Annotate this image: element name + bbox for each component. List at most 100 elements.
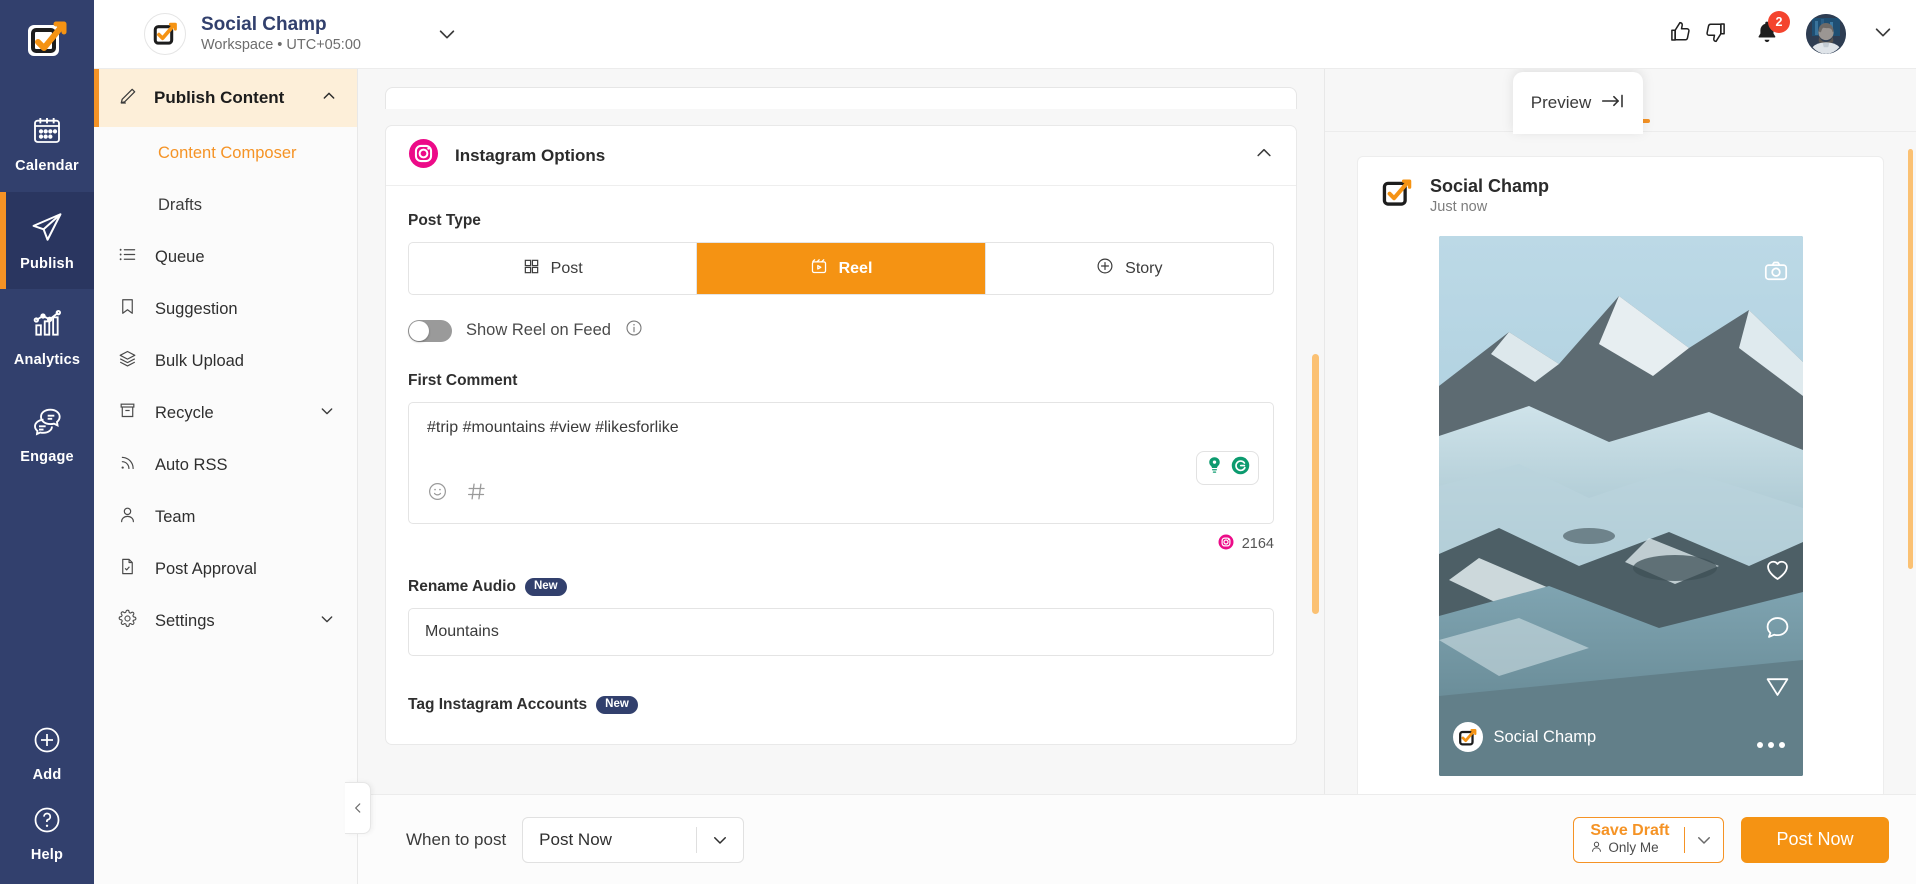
nav-item-auto-rss[interactable]: Auto RSS <box>94 439 357 491</box>
post-type-option-label: Post <box>550 259 583 277</box>
sidebar-item-publish[interactable]: Publish <box>0 192 94 289</box>
nav-item-suggestion[interactable]: Suggestion <box>94 283 357 335</box>
preview-toggle-tab[interactable]: Preview <box>1513 72 1643 134</box>
thumbs-up-icon[interactable] <box>1668 19 1694 50</box>
bar-chart-icon <box>31 308 63 345</box>
tag-accounts-label: Tag Instagram Accounts New <box>408 696 1274 715</box>
post-type-option-story[interactable]: Story <box>986 243 1273 294</box>
primary-sidebar: Calendar Publish Analytics Engage Add He… <box>0 0 94 884</box>
grammarly-icon[interactable] <box>1230 455 1251 481</box>
composer-column: Instagram Options Post Type Post Reel St… <box>358 69 1325 884</box>
when-to-post-select[interactable]: Post Now <box>522 816 745 863</box>
thumbs-down-icon[interactable] <box>1702 19 1728 50</box>
sidebar-label: Engage <box>20 448 74 465</box>
new-badge: New <box>524 578 567 597</box>
emoji-icon[interactable] <box>427 481 448 507</box>
first-comment-editor[interactable]: #trip #mountains #view #likesforlike <box>408 402 1274 524</box>
preview-media: Social Champ <box>1438 236 1803 777</box>
new-badge: New <box>596 696 638 715</box>
nav-sub-label: Content Composer <box>158 143 297 162</box>
chat-bubbles-icon <box>31 405 63 442</box>
workspace-selector[interactable]: Social Champ Workspace • UTC+05:00 <box>144 13 458 56</box>
nav-item-settings[interactable]: Settings <box>94 595 357 647</box>
post-type-option-reel[interactable]: Reel <box>697 243 986 294</box>
header-actions: 2 <box>1668 10 1916 54</box>
chevron-down-icon[interactable] <box>1872 21 1894 48</box>
secondary-sidebar: Publish Content Content Composer Drafts … <box>94 0 358 884</box>
nav-item-bulk-upload[interactable]: Bulk Upload <box>94 335 357 387</box>
nav-item-label: Suggestion <box>155 299 238 318</box>
instagram-options-header[interactable]: Instagram Options <box>386 126 1296 186</box>
sidebar-collapse-handle[interactable] <box>345 782 371 834</box>
nav-item-label: Auto RSS <box>155 455 228 474</box>
nav-item-team[interactable]: Team <box>94 491 357 543</box>
nav-section-publish-content[interactable]: Publish Content <box>94 69 357 127</box>
preview-footer-name: Social Champ <box>1493 727 1597 746</box>
lightbulb-icon[interactable] <box>1204 455 1225 481</box>
post-type-option-post[interactable]: Post <box>409 243 698 294</box>
sidebar-item-calendar[interactable]: Calendar <box>0 95 94 192</box>
chevron-down-icon[interactable] <box>319 611 335 632</box>
nav-item-post-approval[interactable]: Post Approval <box>94 543 357 595</box>
send-icon[interactable] <box>1764 672 1791 704</box>
file-check-icon <box>118 557 137 581</box>
show-reel-on-feed-row: Show Reel on Feed <box>408 319 1274 342</box>
sidebar-item-add[interactable]: Add <box>0 714 94 794</box>
save-draft-visibility: Only Me <box>1608 840 1659 856</box>
sidebar-item-engage[interactable]: Engage <box>0 386 94 483</box>
counter-value: 2164 <box>1241 536 1274 552</box>
chevron-down-icon[interactable] <box>436 23 458 45</box>
comment-icon[interactable] <box>1764 614 1791 646</box>
heart-icon[interactable] <box>1764 556 1791 588</box>
composer-scroll-area: Instagram Options Post Type Post Reel St… <box>358 69 1324 794</box>
hashtag-icon[interactable] <box>466 481 487 507</box>
preview-scrollbar[interactable] <box>1908 149 1913 569</box>
rename-audio-input[interactable]: Mountains <box>408 608 1274 657</box>
save-draft-label: Save Draft <box>1590 821 1670 839</box>
archive-icon <box>118 401 137 425</box>
question-circle-icon <box>32 805 62 840</box>
social-champ-logo[interactable] <box>24 18 70 69</box>
action-buttons: Save Draft Only Me Post Now <box>1573 816 1916 863</box>
nav-item-content-composer[interactable]: Content Composer <box>94 127 357 179</box>
instagram-icon <box>408 138 439 174</box>
app-root: Calendar Publish Analytics Engage Add He… <box>0 0 1916 884</box>
rss-icon <box>118 453 137 477</box>
chevron-down-icon[interactable] <box>319 403 335 424</box>
sidebar-label: Analytics <box>13 351 81 368</box>
sidebar-label: Publish <box>20 255 74 272</box>
camera-icon[interactable] <box>1763 258 1789 289</box>
nav-item-drafts[interactable]: Drafts <box>94 179 357 231</box>
sidebar-item-analytics[interactable]: Analytics <box>0 289 94 386</box>
nav-item-recycle[interactable]: Recycle <box>94 387 357 439</box>
notifications-button[interactable]: 2 <box>1754 10 1790 50</box>
show-reel-on-feed-toggle[interactable] <box>408 319 452 342</box>
nav-section-label: Publish Content <box>154 88 285 107</box>
composer-action-bar: When to post Post Now Save Draft Only Me… <box>358 794 1916 884</box>
workspace-avatar <box>144 13 186 55</box>
main-region: Publish Content <box>358 0 1916 884</box>
info-icon[interactable] <box>625 319 643 342</box>
avatar <box>1452 722 1483 753</box>
chevron-down-icon[interactable] <box>1685 818 1723 862</box>
more-dots-icon[interactable] <box>1756 742 1785 749</box>
first-comment-toolbar <box>427 481 1255 507</box>
workspace-name: Social Champ <box>201 13 327 35</box>
chevron-up-icon[interactable] <box>1254 143 1274 168</box>
post-now-button[interactable]: Post Now <box>1741 816 1889 863</box>
nav-item-label: Recycle <box>155 403 214 422</box>
sidebar-item-help[interactable]: Help <box>0 794 94 874</box>
avatar[interactable] <box>1806 14 1846 54</box>
grid-icon <box>523 258 540 280</box>
post-type-option-label: Reel <box>838 259 873 277</box>
sidebar-label: Help <box>30 847 64 863</box>
nav-item-queue[interactable]: Queue <box>94 231 357 283</box>
workspace-subtitle: Workspace • UTC+05:00 <box>201 37 361 54</box>
list-icon <box>118 245 137 269</box>
post-type-option-label: Story <box>1125 259 1163 277</box>
nav-sub-label: Drafts <box>158 195 203 214</box>
save-draft-button[interactable]: Save Draft Only Me <box>1573 816 1724 863</box>
chevron-down-icon <box>697 831 743 849</box>
rename-audio-value: Mountains <box>425 623 499 641</box>
composer-scrollbar[interactable] <box>1312 354 1319 614</box>
